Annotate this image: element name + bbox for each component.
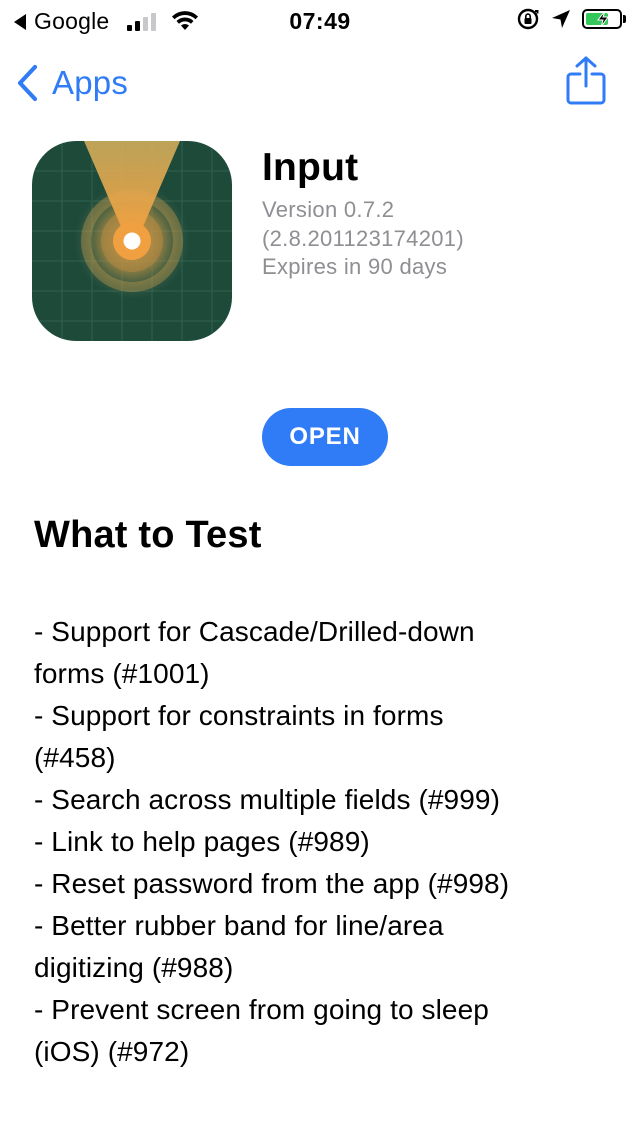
release-note-line: forms (#1001) (34, 658, 210, 689)
release-notes: - Support for Cascade/Drilled-down forms… (34, 611, 614, 1073)
release-note-line: - Prevent screen from going to sleep (34, 994, 489, 1025)
share-button[interactable] (566, 56, 606, 111)
status-bar: Google 07:49 (0, 0, 640, 40)
charging-bolt-icon (596, 11, 609, 27)
release-note-line: (#458) (34, 742, 116, 773)
app-name: Input (262, 146, 359, 189)
back-button-label: Apps (52, 64, 129, 101)
app-meta: Version 0.7.2 (2.8.201123174201) Expires… (262, 196, 464, 282)
release-note-line: - Better rubber band for line/area (34, 910, 444, 941)
release-note-line: - Search across multiple fields (#999) (34, 784, 500, 815)
app-icon (32, 141, 232, 341)
open-button[interactable]: OPEN (262, 408, 388, 466)
release-note-line: (iOS) (#972) (34, 1036, 190, 1067)
what-to-test-title: What to Test (34, 514, 262, 556)
release-note-line: - Support for constraints in forms (34, 700, 444, 731)
battery-indicator (582, 9, 626, 29)
input-app-icon (32, 141, 232, 341)
chevron-left-icon (17, 64, 38, 102)
battery-icon (582, 9, 622, 29)
app-version: Version 0.7.2 (262, 197, 395, 222)
app-build: (2.8.201123174201) (262, 225, 464, 251)
release-note-line: - Link to help pages (#989) (34, 826, 370, 857)
share-icon (566, 56, 606, 105)
release-note-line: - Reset password from the app (#998) (34, 868, 510, 899)
orientation-lock-icon (517, 8, 539, 30)
release-note-line: - Support for Cascade/Drilled-down (34, 616, 475, 647)
release-note-line: digitizing (#988) (34, 952, 234, 983)
app-expiry: Expires in 90 days (262, 254, 448, 279)
back-button[interactable]: Apps (16, 64, 128, 102)
location-arrow-icon (552, 10, 570, 28)
